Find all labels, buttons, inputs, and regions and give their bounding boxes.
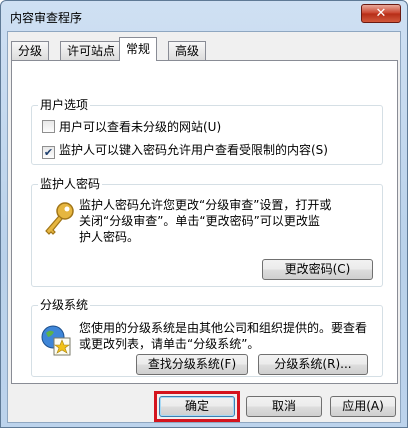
supervisor-password-group: 监护人密码 监护人密码允许您更改“分级审查”设置，打开或 关闭“分级审查”。单击… [31, 177, 383, 287]
supervisor-desc-line2: 关闭“分级审查”。单击“更改密码”可以更改监 [79, 214, 320, 228]
supervisor-desc-line3: 护人密码。 [79, 230, 140, 244]
rating-desc-line2: 或更改列表，请单击“分级系统”。 [79, 337, 260, 351]
supervisor-override-checkbox[interactable]: ✔ 监护人可以键入密码允许用户查看受限制的内容(S) [42, 141, 328, 159]
supervisor-description: 监护人密码允许您更改“分级审查”设置，打开或 关闭“分级审查”。单击“更改密码”… [79, 197, 379, 245]
tab-advanced[interactable]: 高级 [168, 41, 207, 60]
supervisor-password-title: 监护人密码 [38, 177, 103, 191]
title-bar[interactable]: 内容审查程序 ✕ [1, 1, 407, 31]
rating-systems-description: 您使用的分级系统是由其他公司和组织提供的。要查看 或更改列表，请单击“分级系统”… [79, 320, 381, 352]
close-button[interactable]: ✕ [361, 4, 401, 23]
rating-systems-button[interactable]: 分级系统(R)... [258, 354, 368, 375]
ok-button[interactable]: 确定 [159, 396, 235, 417]
tab-panel-general: 用户选项 用户可以查看未分级的网站(U) ✔ 监护人可以键入密码允许用户查看受限制… [11, 60, 398, 384]
cancel-button[interactable]: 取消 [246, 396, 322, 417]
checkbox-box[interactable] [42, 120, 55, 133]
user-options-group: 用户选项 用户可以查看未分级的网站(U) ✔ 监护人可以键入密码允许用户查看受限制… [31, 98, 383, 165]
user-options-title: 用户选项 [38, 98, 91, 112]
dialog-window: 内容审查程序 ✕ 分级 许可站点 常规 高级 用户选项 用户可以查看未分级的网站… [0, 0, 408, 428]
change-password-button[interactable]: 更改密码(C) [262, 259, 373, 280]
checkmark-icon[interactable]: ✔ [42, 146, 55, 159]
find-rating-systems-button[interactable]: 查找分级系统(F) [136, 354, 248, 375]
rating-desc-line1: 您使用的分级系统是由其他公司和组织提供的。要查看 [79, 321, 368, 335]
tab-ratings[interactable]: 分级 [11, 41, 50, 60]
allow-unrated-label: 用户可以查看未分级的网站(U) [59, 120, 222, 134]
supervisor-desc-line1: 监护人密码允许您更改“分级审查”设置，打开或 [79, 198, 332, 212]
window-title: 内容审查程序 [10, 11, 83, 25]
tab-general[interactable]: 常规 [119, 37, 158, 61]
apply-button[interactable]: 应用(A) [330, 396, 396, 417]
rating-systems-group: 分级系统 您使用的分级系统是由其他公司和组织提供的。要查看 或更改列表，请单击“… [31, 298, 383, 377]
rating-certificate-icon [40, 324, 72, 356]
key-icon [40, 201, 76, 237]
dialog-client-area: 分级 许可站点 常规 高级 用户选项 用户可以查看未分级的网站(U) ✔ 监护人可… [7, 31, 401, 423]
tab-approved-sites[interactable]: 许可站点 [60, 41, 123, 60]
supervisor-override-label: 监护人可以键入密码允许用户查看受限制的内容(S) [59, 143, 328, 157]
allow-unrated-checkbox[interactable]: 用户可以查看未分级的网站(U) [42, 118, 221, 134]
rating-systems-title: 分级系统 [38, 298, 91, 312]
